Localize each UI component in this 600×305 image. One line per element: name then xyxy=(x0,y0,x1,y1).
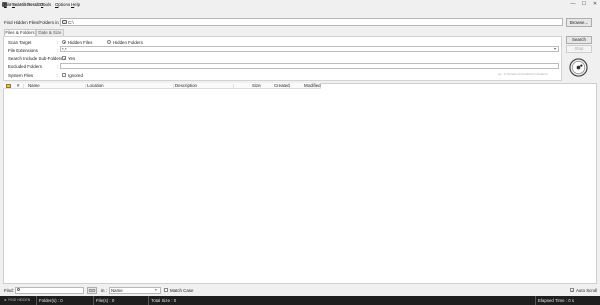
status-folders: Folder(s) : 0 xyxy=(39,297,63,303)
go-button[interactable]: GO xyxy=(87,286,97,294)
match-case-label: Match Case xyxy=(170,288,194,293)
status-bar xyxy=(0,296,600,305)
menu-tools[interactable]: Tools xyxy=(41,2,51,7)
hidden-files-radio[interactable] xyxy=(62,39,66,44)
hidden-folders-label: Hidden Folders xyxy=(113,39,143,45)
file-extensions-value: *.* xyxy=(62,46,67,52)
status-ready: ► FIND HIDDEN xyxy=(4,298,31,302)
status-divider xyxy=(93,296,94,305)
match-case-checkbox[interactable] xyxy=(164,287,168,292)
path-value: C:\ xyxy=(68,19,74,25)
file-extensions-input[interactable] xyxy=(60,45,559,52)
menu-bar xyxy=(0,9,600,17)
menu-help[interactable]: Help xyxy=(71,2,80,7)
chevron-down-icon[interactable]: ▾ xyxy=(155,288,157,292)
hidden-files-label: Hidden Files xyxy=(68,39,93,45)
search-icon xyxy=(17,288,20,291)
sub-folders-colon: : xyxy=(57,56,59,61)
close-icon[interactable]: ✕ xyxy=(591,1,599,8)
sub-folders-checkbox[interactable]: ✓ xyxy=(62,56,66,61)
find-label: Find: xyxy=(4,288,14,293)
stop-button[interactable]: Stop xyxy=(566,44,592,53)
results-grid[interactable] xyxy=(3,83,597,284)
auto-scroll-label: Auto Scroll xyxy=(576,288,598,293)
col-modified[interactable]: Modified xyxy=(290,83,321,89)
browse-button[interactable]: Browse... xyxy=(566,18,592,27)
col-index[interactable]: # xyxy=(13,83,24,89)
scan-target-colon: : xyxy=(57,39,59,45)
status-total-size: Total Size : 0 xyxy=(151,297,177,303)
menu-options[interactable]: Options xyxy=(55,2,70,7)
sub-folders-option-label: Yes xyxy=(68,56,76,61)
maximize-icon[interactable]: ☐ xyxy=(580,1,588,8)
title-bar xyxy=(0,0,600,9)
auto-scroll-checkbox[interactable]: ✓ xyxy=(570,287,574,292)
col-size[interactable]: Size xyxy=(234,83,261,89)
chevron-down-icon[interactable]: ▾ xyxy=(554,46,556,51)
system-files-checkbox[interactable] xyxy=(62,72,66,77)
system-files-label: System Files xyxy=(8,72,34,78)
menu-search-results[interactable]: Search Results xyxy=(12,2,42,7)
find-input[interactable] xyxy=(15,286,84,294)
system-files-option-label: Ignored xyxy=(68,72,83,78)
path-colon: : xyxy=(57,19,59,25)
minimize-icon[interactable]: — xyxy=(569,1,577,8)
excluded-folders-label: Excluded Folders xyxy=(8,64,42,69)
col-created[interactable]: Created xyxy=(261,83,290,89)
status-divider xyxy=(36,296,37,305)
sub-folders-label: Search Include Sub-Folders xyxy=(8,56,63,61)
file-extensions-colon: : xyxy=(57,47,59,53)
col-description[interactable]: Description xyxy=(174,83,234,89)
col-name[interactable]: Name xyxy=(26,83,86,89)
path-label: Find Hidden Files/Folders in xyxy=(4,19,59,25)
excluded-folders-input[interactable] xyxy=(60,62,559,69)
excluded-folders-hint: eg : C:\Folder1;D:\Folder2;C:\Folder3 xyxy=(498,71,548,76)
menu-file[interactable]: File xyxy=(4,2,11,7)
hidden-folders-radio[interactable] xyxy=(107,39,111,44)
col-location[interactable]: Location xyxy=(86,83,174,89)
find-in-value: Name xyxy=(111,288,123,293)
folder-icon xyxy=(6,84,11,88)
path-input[interactable] xyxy=(60,18,563,26)
status-divider xyxy=(148,296,149,305)
find-in-label: in : xyxy=(101,288,107,293)
status-elapsed: Elapsed Time : 0 s xyxy=(538,297,575,303)
drive-icon xyxy=(62,19,67,24)
disk-search-icon xyxy=(569,58,588,77)
system-files-colon: : xyxy=(57,72,59,78)
status-divider xyxy=(535,296,536,305)
scan-target-label: Scan Target xyxy=(8,39,32,45)
file-extensions-label: File Extensions xyxy=(8,47,38,53)
status-files: File(s) : 0 xyxy=(96,297,115,303)
excluded-folders-colon: : xyxy=(57,64,59,69)
search-button[interactable]: Search xyxy=(566,35,592,44)
